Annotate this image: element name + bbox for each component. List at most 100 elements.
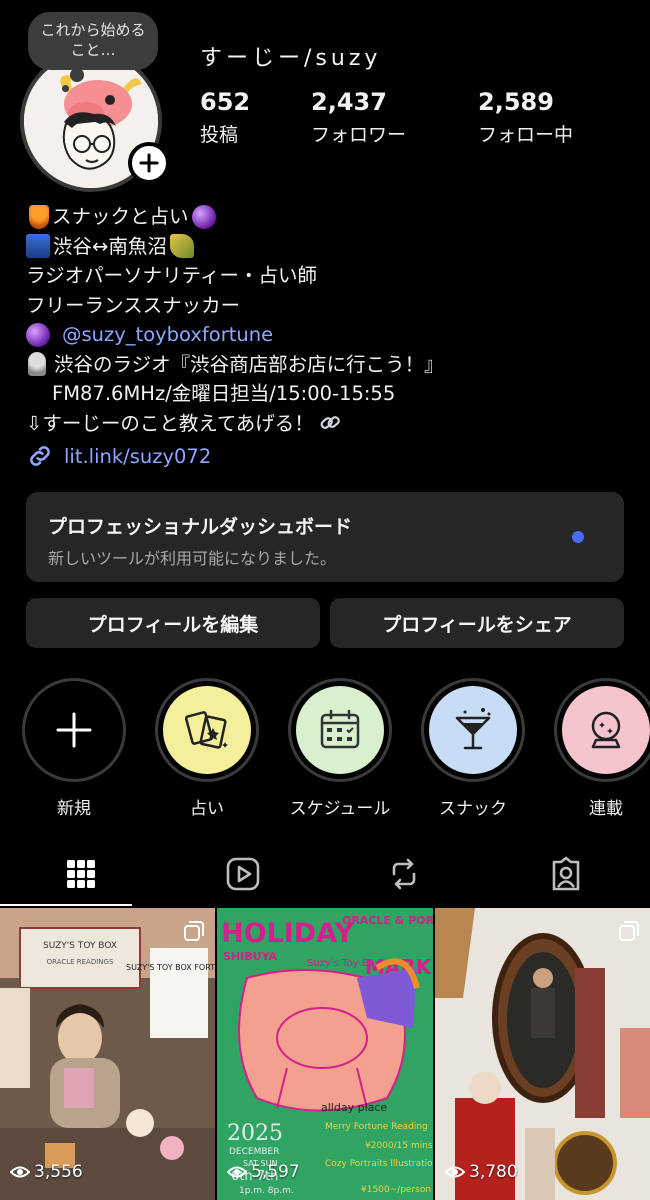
highlight-ring — [421, 678, 525, 782]
post-image: SUZY'S TOY BOX ORACLE READINGS SUZY'S TO… — [0, 908, 215, 1200]
highlight-schedule[interactable]: スケジュール — [288, 678, 392, 819]
link-emoji-icon — [320, 416, 340, 430]
poster-price-1: ¥2000/15 mins — [365, 1141, 433, 1151]
poster-allday: allday place — [321, 1101, 387, 1114]
post-image: HOLIDAY ORACLE & PORTRAIT MARKET SHIBUYA… — [217, 908, 433, 1200]
crystal-ball-icon — [591, 711, 621, 749]
post-thumbnail[interactable]: SUZY'S TOY BOX ORACLE READINGS SUZY'S TO… — [0, 908, 215, 1200]
highlight-cover — [296, 686, 384, 774]
bio-text: FM87.6MHz/金曜日担当/15:00-15:55 — [52, 382, 396, 405]
post-image — [435, 908, 650, 1200]
stat-posts-value: 652 — [200, 88, 251, 116]
reposts-icon — [392, 858, 416, 890]
plus-icon — [139, 153, 159, 173]
post-views: 3,780 — [445, 1162, 518, 1182]
eye-icon — [445, 1166, 465, 1178]
calendar-icon — [320, 709, 360, 749]
highlight-fortune[interactable]: 占い — [155, 678, 259, 819]
profile-avatar[interactable] — [20, 50, 170, 192]
stat-following-label: フォロー中 — [478, 124, 574, 146]
microphone-icon — [28, 352, 46, 377]
multi-post-icon — [184, 921, 204, 941]
notification-dot — [572, 531, 584, 543]
post-views: 3,556 — [10, 1162, 83, 1182]
post-thumbnail[interactable]: HOLIDAY ORACLE & PORTRAIT MARKET SHIBUYA… — [217, 908, 433, 1200]
reels-icon — [226, 857, 260, 891]
cocktail-icon — [455, 708, 491, 750]
dashboard-title: プロフェッショナルダッシュボード — [48, 516, 353, 538]
highlight-ring — [288, 678, 392, 782]
dashboard-subtitle: 新しいツールが利用可能になりました。 — [48, 549, 337, 568]
grid-icon — [67, 860, 95, 888]
tropical-drink-icon — [29, 204, 49, 229]
highlight-label: 占い — [190, 799, 224, 819]
stat-followers[interactable]: 2,437 フォロワー — [311, 88, 406, 147]
poster-month: DECEMBER — [229, 1147, 279, 1157]
edit-profile-button[interactable]: プロフィールを編集 — [26, 598, 320, 648]
stat-posts-label: 投稿 — [200, 124, 239, 146]
highlight-label: スケジュール — [289, 799, 391, 819]
crystal-ball-icon — [26, 322, 50, 347]
bio-text: スナックと占い — [52, 205, 189, 228]
highlight-label: 連載 — [589, 799, 623, 819]
highlight-label: スナック — [439, 799, 507, 819]
bio-line: FM87.6MHz/金曜日担当/15:00-15:55 — [26, 379, 626, 409]
poster-title: HOLIDAY — [221, 918, 355, 949]
profile-username: すーじー/suzy — [200, 46, 382, 71]
cityscape-icon — [26, 234, 50, 259]
poster-price-2: ¥1500~/person — [361, 1185, 431, 1195]
profile-bio: スナックと占い 渋谷↔南魚沼 ラジオパーソナリティー・占い師 フリーランススナッ… — [26, 202, 626, 438]
rice-sheaf-icon — [169, 234, 194, 259]
bio-text: 渋谷のラジオ『渋谷商店部お店に行こう！』 — [54, 352, 444, 376]
post-thumbnail[interactable]: 3,780 — [435, 908, 650, 1200]
add-story-button[interactable] — [128, 142, 170, 184]
bio-line: 渋谷のラジオ『渋谷商店部お店に行こう！』 — [26, 350, 626, 380]
highlight-ring — [155, 678, 259, 782]
sign-subtitle: ORACLE READINGS — [47, 958, 114, 966]
eye-icon — [10, 1166, 30, 1178]
bio-line: ⇩すーじーのこと教えてあげる！ — [26, 409, 626, 439]
tab-reels[interactable] — [213, 852, 273, 896]
sign-right: SUZY'S TOY BOX FORTUNE — [126, 963, 215, 972]
sign-title: SUZY'S TOY BOX — [43, 941, 117, 951]
poster-year: 2025 — [227, 1121, 283, 1146]
crystal-ball-icon — [191, 204, 216, 229]
stat-followers-value: 2,437 — [311, 88, 387, 116]
highlight-snack[interactable]: スナック — [421, 678, 525, 819]
note-bubble[interactable]: これから始める こと… — [28, 12, 158, 92]
highlight-label: 新規 — [57, 799, 91, 819]
highlight-cover — [429, 686, 517, 774]
share-profile-button[interactable]: プロフィールをシェア — [330, 598, 624, 648]
multi-post-icon — [619, 921, 639, 941]
tarot-cards-icon — [184, 711, 228, 749]
bio-line: フリーランススナッカー — [26, 293, 241, 317]
tab-posts-grid[interactable] — [51, 852, 111, 896]
bio-line: @suzy_toyboxfortune — [26, 320, 626, 350]
bio-line: ラジオパーソナリティー・占い師 — [26, 264, 317, 287]
highlight-new[interactable]: 新規 — [22, 678, 126, 819]
bio-line: スナックと占い — [26, 202, 626, 232]
highlight-ring — [554, 678, 650, 782]
highlight-series[interactable]: 連載 — [554, 678, 650, 819]
tab-tagged[interactable] — [536, 852, 596, 896]
stat-following[interactable]: 2,589 フォロー中 — [478, 88, 573, 147]
highlight-cover — [163, 686, 251, 774]
eye-icon — [227, 1166, 247, 1178]
bio-text: 渋谷↔南魚沼 — [53, 234, 167, 258]
plus-icon — [56, 712, 92, 748]
professional-dashboard[interactable]: プロフェッショナルダッシュボード 新しいツールが利用可能になりました。 — [26, 492, 624, 582]
poster-time: 1p.m. 8p.m. — [239, 1186, 294, 1196]
highlight-cover — [562, 686, 650, 774]
tagged-icon — [552, 856, 580, 891]
poster-portrait: Cozy Portraits Illustration — [325, 1159, 433, 1169]
tab-reposts[interactable] — [374, 852, 434, 896]
bio-link-text: lit.link/suzy072 — [64, 444, 212, 468]
link-icon — [30, 446, 50, 466]
stat-posts[interactable]: 652 投稿 — [200, 88, 250, 147]
bio-mention-link[interactable]: @suzy_toyboxfortune — [62, 320, 273, 350]
post-views-count: 5,597 — [251, 1162, 300, 1182]
post-views-count: 3,556 — [34, 1162, 83, 1182]
bio-external-link[interactable]: lit.link/suzy072 — [26, 442, 211, 470]
poster-reading: Merry Fortune Reading — [325, 1122, 428, 1132]
note-text: これから始める こと… — [40, 21, 146, 59]
